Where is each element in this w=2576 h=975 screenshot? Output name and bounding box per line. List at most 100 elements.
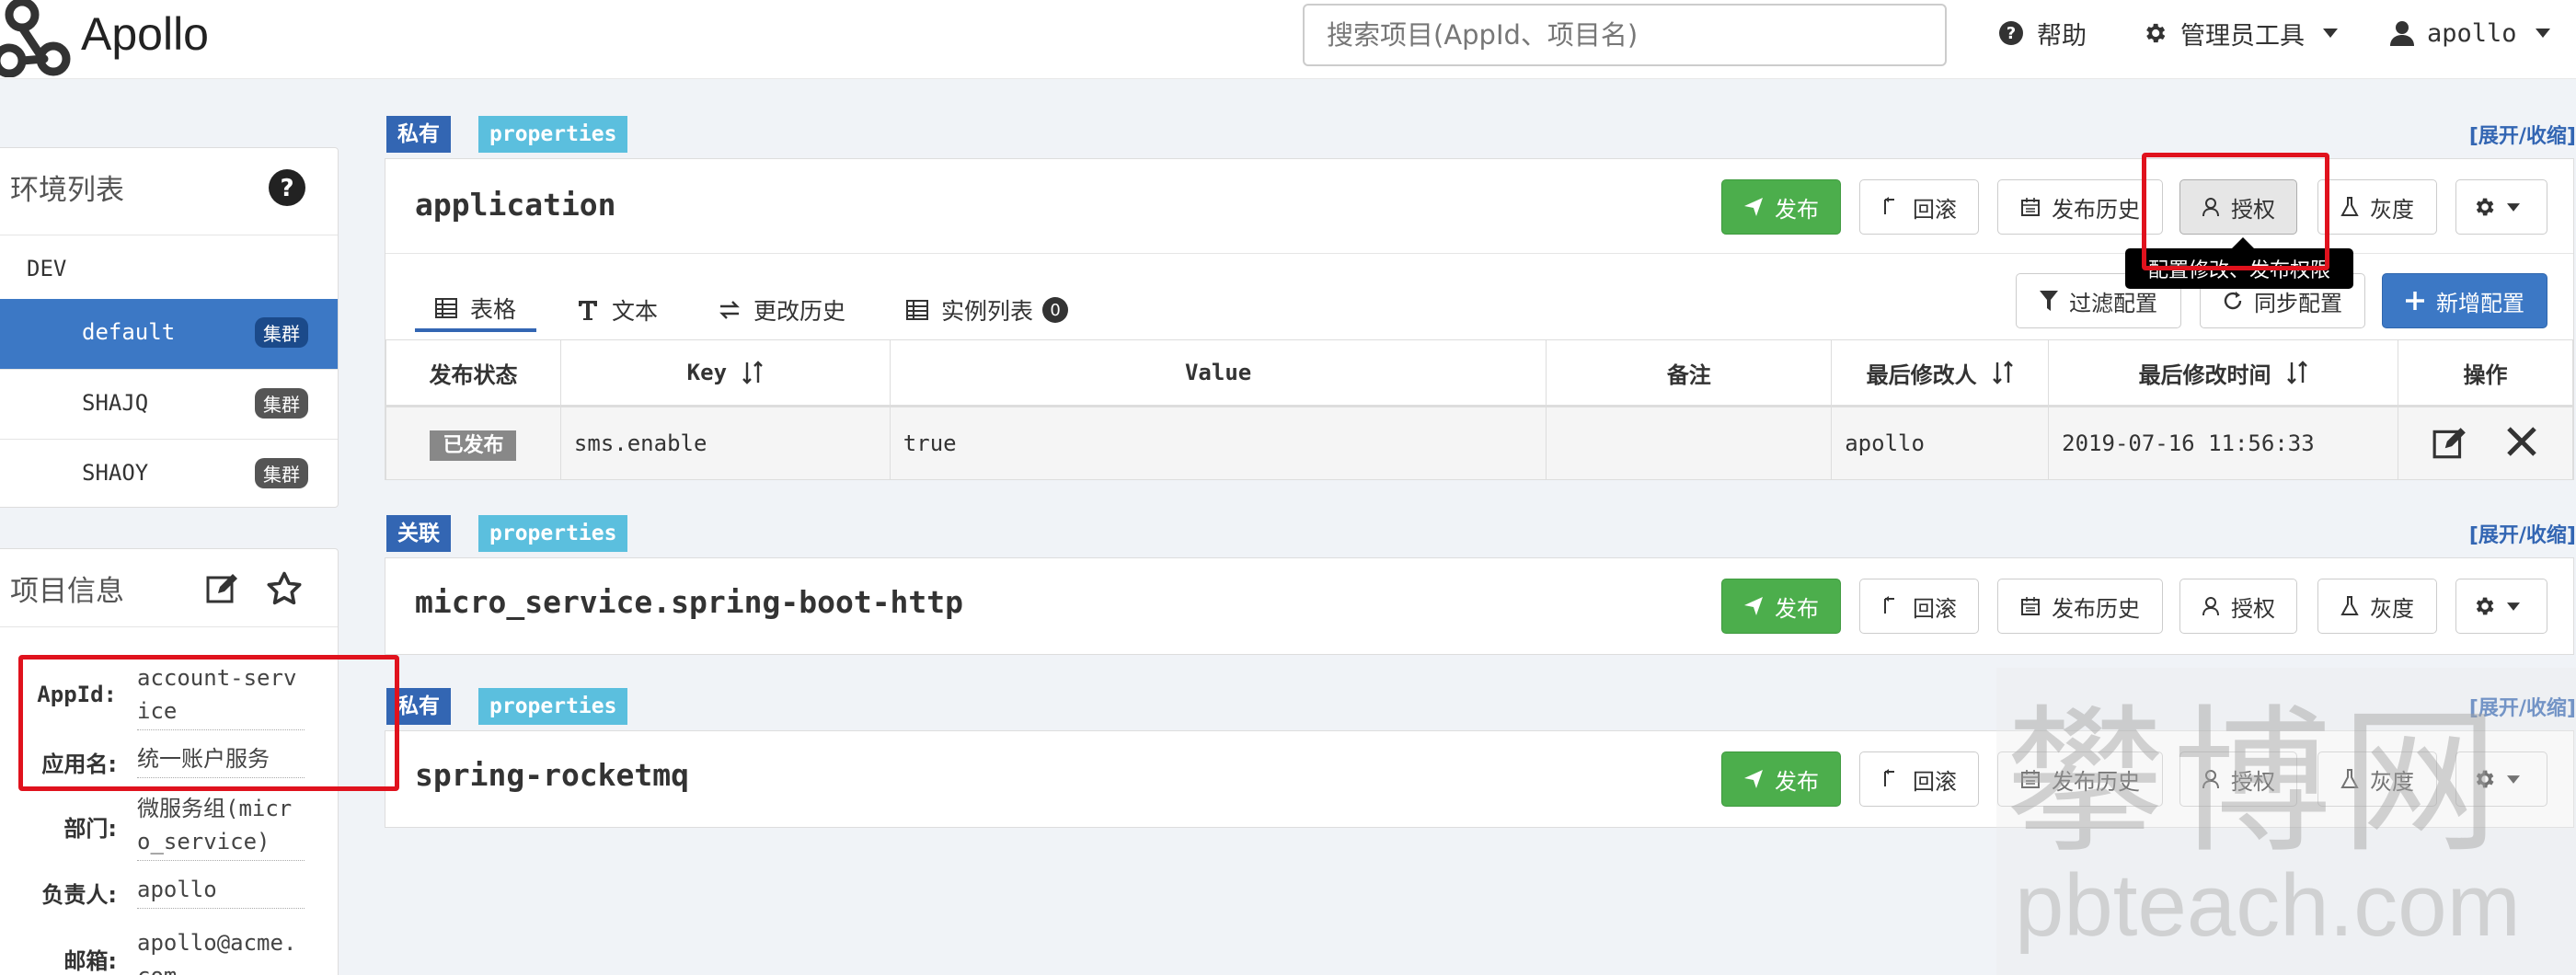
namespace-format-tag: properties bbox=[478, 688, 628, 725]
user-dropdown[interactable]: apollo bbox=[2390, 13, 2563, 53]
highlight-box-authorize bbox=[2142, 153, 2329, 270]
table-header-row: 发布状态 Key Value 备注 最后修改人 最后修改时间 操作 bbox=[385, 339, 2574, 407]
rollback-button[interactable]: 回滚 bbox=[1859, 179, 1979, 235]
caret-down-icon bbox=[2507, 202, 2520, 212]
brand-name[interactable]: Apollo bbox=[81, 7, 209, 61]
help-link[interactable]: ? 帮助 bbox=[1998, 13, 2087, 53]
watermark-url: pbteach.com bbox=[2015, 856, 2521, 955]
env-name: DEV bbox=[27, 256, 67, 281]
config-modified-time: 2019-07-16 11:56:33 bbox=[2048, 406, 2398, 480]
config-value: true bbox=[889, 406, 1547, 480]
sort-icon bbox=[2286, 361, 2307, 384]
gray-release-button[interactable]: 灰度 bbox=[2317, 179, 2437, 235]
tab-text[interactable]: 文本 bbox=[557, 288, 678, 332]
tab-change-history[interactable]: 更改历史 bbox=[698, 288, 866, 332]
namespace-name: application bbox=[415, 187, 616, 223]
sort-icon bbox=[1992, 361, 2013, 384]
namespace-name: spring-rocketmq bbox=[415, 757, 690, 793]
namespace-format-tag: properties bbox=[478, 116, 628, 153]
email-value: apollo@acme.com bbox=[137, 926, 305, 975]
config-table: 发布状态 Key Value 备注 最后修改人 最后修改时间 操作 已发布 sm… bbox=[385, 339, 2574, 480]
delete-icon[interactable] bbox=[2505, 425, 2538, 458]
cluster-item-shajq[interactable]: SHAJQ 集群 bbox=[0, 369, 338, 439]
rollback-button[interactable]: 回滚 bbox=[1859, 579, 1979, 634]
column-header-modified-time[interactable]: 最后修改时间 bbox=[2048, 339, 2398, 407]
expand-collapse-link[interactable]: [展开/收缩] bbox=[2469, 519, 2576, 548]
rollback-icon bbox=[1884, 596, 1894, 614]
namespace-tabs: 表格 文本 更改历史 实例列表 0 bbox=[415, 288, 1109, 332]
search-input[interactable] bbox=[1303, 4, 1947, 66]
column-header-status: 发布状态 bbox=[385, 339, 561, 407]
gray-release-button[interactable]: 灰度 bbox=[2317, 579, 2437, 634]
question-circle-icon[interactable]: ? bbox=[268, 168, 306, 207]
cluster-badge: 集群 bbox=[255, 458, 308, 488]
table-row: 已发布 sms.enable true apollo 2019-07-16 11… bbox=[385, 406, 2574, 480]
config-modifier: apollo bbox=[1831, 406, 2050, 480]
owner-value: apollo bbox=[137, 873, 305, 909]
publish-button[interactable]: 发布 bbox=[1721, 751, 1841, 807]
tab-instance-list[interactable]: 实例列表 0 bbox=[886, 288, 1088, 332]
help-label: 帮助 bbox=[2037, 21, 2087, 51]
user-outline-icon bbox=[2202, 597, 2219, 616]
refresh-icon bbox=[2224, 292, 2242, 310]
column-header-comment: 备注 bbox=[1546, 339, 1833, 407]
column-header-key[interactable]: Key bbox=[559, 339, 891, 407]
namespace-name: micro_service.spring-boot-http bbox=[415, 584, 964, 620]
highlight-box-app-info bbox=[18, 655, 399, 791]
column-header-actions: 操作 bbox=[2397, 339, 2574, 407]
apollo-logo-icon[interactable] bbox=[0, 0, 74, 77]
config-key: sms.enable bbox=[559, 406, 891, 480]
cluster-name: SHAOY bbox=[82, 460, 149, 486]
send-icon bbox=[1744, 770, 1763, 788]
namespace-scope-tag: 私有 bbox=[386, 116, 451, 153]
flask-icon bbox=[2340, 596, 2359, 615]
cluster-item-shaoy[interactable]: SHAOY 集群 bbox=[0, 439, 338, 509]
env-list-panel: 环境列表 ? DEV default 集群 SHAJQ 集群 SHAOY 集群 bbox=[0, 147, 339, 508]
namespace-panel-spring-boot-http: micro_service.spring-boot-http 发布 回滚 发布历… bbox=[385, 557, 2574, 655]
top-navbar: Apollo ? 帮助 管理员工具 apollo bbox=[0, 0, 2576, 79]
edit-icon[interactable] bbox=[205, 571, 240, 606]
rollback-button[interactable]: 回滚 bbox=[1859, 751, 1979, 807]
exchange-icon bbox=[719, 301, 740, 319]
expand-collapse-link[interactable]: [展开/收缩] bbox=[2469, 120, 2576, 149]
authorize-button[interactable]: 授权 bbox=[2179, 579, 2297, 634]
namespace-settings-dropdown[interactable] bbox=[2455, 179, 2547, 235]
namespace-settings-dropdown[interactable] bbox=[2455, 579, 2547, 634]
namespace-scope-tag: 关联 bbox=[386, 515, 451, 552]
rollback-icon bbox=[1884, 197, 1894, 214]
gear-icon bbox=[2476, 597, 2494, 615]
gear-icon bbox=[2146, 23, 2166, 43]
release-history-button[interactable]: 发布历史 bbox=[1997, 579, 2163, 634]
star-icon[interactable] bbox=[266, 571, 303, 606]
env-item-dev[interactable]: DEV bbox=[0, 235, 338, 304]
config-actions bbox=[2397, 406, 2574, 480]
watermark-text: 攀博网 bbox=[2006, 690, 2508, 875]
release-history-button[interactable]: 发布历史 bbox=[1997, 179, 2163, 235]
calendar-icon bbox=[2021, 198, 2040, 216]
cluster-item-default[interactable]: default 集群 bbox=[0, 299, 338, 369]
column-header-modifier[interactable]: 最后修改人 bbox=[1831, 339, 2050, 407]
cluster-badge: 集群 bbox=[255, 317, 308, 348]
email-label: 邮箱: bbox=[63, 948, 117, 974]
user-icon bbox=[2390, 21, 2414, 46]
edit-icon[interactable] bbox=[2432, 425, 2468, 462]
user-name: apollo bbox=[2427, 18, 2517, 48]
cluster-name: SHAJQ bbox=[82, 390, 149, 416]
publish-button[interactable]: 发布 bbox=[1721, 179, 1841, 235]
cluster-badge: 集群 bbox=[255, 388, 308, 419]
send-icon bbox=[1744, 198, 1763, 216]
caret-down-icon bbox=[2507, 602, 2520, 611]
env-list-title: 环境列表 bbox=[10, 174, 124, 207]
svg-text:?: ? bbox=[280, 175, 293, 202]
add-config-button[interactable]: 新增配置 bbox=[2382, 273, 2547, 328]
plus-icon bbox=[2406, 292, 2424, 310]
admin-tools-dropdown[interactable]: 管理员工具 bbox=[2142, 13, 2351, 53]
publish-button[interactable]: 发布 bbox=[1721, 579, 1841, 634]
published-badge: 已发布 bbox=[430, 430, 517, 461]
gear-icon bbox=[2476, 198, 2494, 216]
question-circle-icon: ? bbox=[1999, 21, 2023, 45]
rollback-icon bbox=[1884, 769, 1894, 786]
text-icon bbox=[579, 301, 598, 320]
send-icon bbox=[1744, 597, 1763, 615]
tab-table[interactable]: 表格 bbox=[415, 288, 537, 332]
